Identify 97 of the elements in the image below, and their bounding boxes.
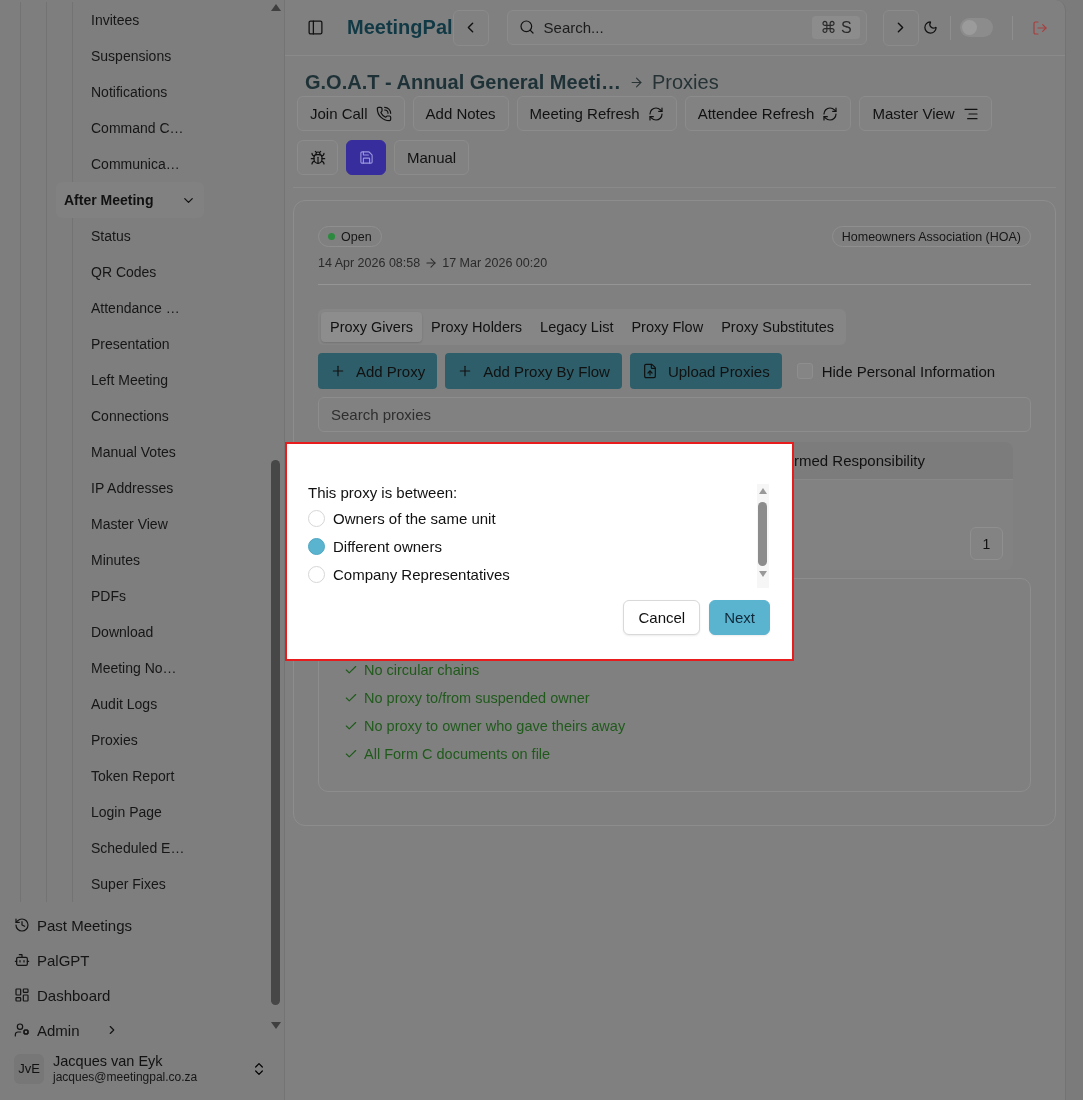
sidebar-item[interactable]: PDFs: [83, 578, 134, 614]
status-dot-icon: [328, 233, 335, 240]
user-email: jacques@meetingpal.co.za: [53, 1069, 198, 1085]
sidebar-item[interactable]: PalGPT: [8, 945, 96, 975]
start-date: 14 Apr 2026 08:58: [318, 256, 421, 270]
action-button[interactable]: Add Proxy: [318, 353, 438, 389]
status-label: Open: [341, 229, 372, 244]
tab[interactable]: Proxy Holders: [422, 312, 532, 342]
scrollbar-thumb[interactable]: [271, 460, 280, 1005]
sidebar-item[interactable]: Proxies: [83, 722, 146, 758]
radio-option[interactable]: Owners of the same unit: [308, 504, 496, 532]
sidebar-item[interactable]: Attendance …: [83, 290, 188, 326]
scroll-down-arrow-icon[interactable]: [271, 1022, 281, 1029]
action-button[interactable]: Upload Proxies: [629, 353, 782, 389]
page-title: Proxies: [651, 70, 719, 94]
sidebar-item[interactable]: Minutes: [83, 542, 149, 578]
phone-icon: [375, 105, 392, 122]
column-header: rmed Responsibility: [794, 452, 926, 469]
bug-icon: [309, 149, 326, 166]
user-name: Jacques van Eyk: [53, 1052, 164, 1069]
validation-message: All Form C documents on file: [364, 745, 551, 763]
radio-button[interactable]: [308, 565, 325, 583]
page-button[interactable]: 1: [970, 527, 1003, 560]
sidebar-item[interactable]: Dashboard: [8, 980, 117, 1010]
toolbar-button[interactable]: Master View: [859, 96, 992, 131]
sidebar-item[interactable]: Past Meetings: [8, 910, 139, 940]
sidebar-item[interactable]: Download: [83, 614, 162, 650]
checkbox-option[interactable]: Hide Personal Information: [796, 362, 996, 380]
toolbar-button[interactable]: Join Call: [297, 96, 405, 131]
sidebar-item[interactable]: Scheduled E…: [83, 830, 193, 866]
sidebar-item[interactable]: Manual Votes: [83, 434, 184, 470]
end-date: 17 Mar 2026 00:20: [442, 256, 548, 270]
toolbar-button[interactable]: Add Notes: [412, 96, 509, 131]
action-button[interactable]: Add Proxy By Flow: [445, 353, 622, 389]
back-button[interactable]: [452, 9, 489, 46]
tab[interactable]: Proxy Substitutes: [712, 312, 843, 342]
search-icon: [518, 19, 535, 35]
sidebar-item[interactable]: Admin: [8, 1015, 125, 1045]
sidebar-item[interactable]: Left Meeting: [83, 362, 177, 398]
refresh-icon: [647, 105, 664, 122]
plus-icon: [330, 363, 346, 379]
sidebar-item[interactable]: Login Page: [83, 794, 170, 830]
shortcut-badge: ⌘ S: [812, 16, 860, 39]
dialog-prompt: This proxy is between:: [308, 484, 458, 502]
sidebar-item[interactable]: Suspensions: [83, 38, 180, 74]
sidebar-item[interactable]: Notifications: [83, 74, 176, 110]
tab[interactable]: Proxy Givers: [321, 312, 422, 342]
next-button[interactable]: Next: [709, 600, 770, 635]
arrow-right-icon: [628, 74, 644, 90]
sidebar-item[interactable]: Presentation: [83, 326, 178, 362]
moon-icon[interactable]: [922, 20, 938, 35]
sidebar-item[interactable]: Super Fixes: [83, 866, 174, 902]
sidebar-item[interactable]: Communica…: [83, 146, 188, 182]
tab[interactable]: Proxy Flow: [622, 312, 713, 342]
logo-text: MeetingPal: [347, 16, 453, 39]
sidebar-item[interactable]: Master View: [83, 506, 176, 542]
sidebar-item[interactable]: Command C…: [83, 110, 192, 146]
avatar-initials: JvE: [14, 1053, 44, 1084]
sidebar-item[interactable]: Token Report: [83, 758, 183, 794]
sidebar-item[interactable]: Audit Logs: [83, 686, 166, 722]
radio-option[interactable]: Company Representatives: [308, 560, 510, 588]
search-field[interactable]: Search proxies: [318, 397, 1031, 432]
sidebar-item[interactable]: Invitees: [83, 2, 148, 38]
arrow-right-icon: [424, 256, 439, 270]
validation-message: No circular chains: [364, 661, 480, 679]
validation-message: No proxy to owner who gave theirs away: [364, 717, 626, 735]
user-gear-icon: [14, 1022, 30, 1038]
history-icon: [14, 917, 30, 933]
dashboard-icon: [14, 987, 30, 1003]
radio-button[interactable]: [308, 537, 325, 555]
save-button[interactable]: [346, 140, 386, 175]
toggle-switch[interactable]: [959, 18, 993, 37]
file-upload-icon: [641, 363, 658, 379]
toolbar-button[interactable]: Manual: [394, 140, 470, 175]
sidebar-item[interactable]: IP Addresses: [83, 470, 182, 506]
validation-message: No proxy to/from suspended owner: [364, 689, 590, 707]
sidebar-item[interactable]: Status: [83, 218, 139, 254]
bug-button[interactable]: [297, 140, 338, 175]
sidebar-toggle-icon[interactable]: [307, 19, 324, 36]
sidebar-item[interactable]: QR Codes: [83, 254, 165, 290]
radio-option[interactable]: Different owners: [308, 532, 442, 560]
toolbar-button[interactable]: Meeting Refresh: [516, 96, 677, 131]
logout-icon[interactable]: [1031, 19, 1048, 36]
refresh-icon: [822, 105, 839, 122]
scroll-up-arrow-icon[interactable]: [759, 488, 767, 494]
sidebar-item[interactable]: Meeting No…: [83, 650, 185, 686]
save-icon: [358, 150, 374, 165]
tab[interactable]: Legacy List: [531, 312, 623, 342]
radio-button[interactable]: [308, 509, 325, 527]
scroll-down-arrow-icon[interactable]: [759, 571, 767, 577]
scrollbar-thumb[interactable]: [758, 502, 767, 566]
robot-icon: [14, 952, 30, 968]
cancel-button[interactable]: Cancel: [623, 600, 701, 635]
sidebar-item[interactable]: Connections: [83, 398, 177, 434]
meeting-title: G.O.A.T - Annual General Meeti…: [305, 70, 621, 94]
toolbar-button[interactable]: Attendee Refresh: [684, 96, 852, 131]
scroll-up-arrow-icon[interactable]: [271, 4, 281, 11]
